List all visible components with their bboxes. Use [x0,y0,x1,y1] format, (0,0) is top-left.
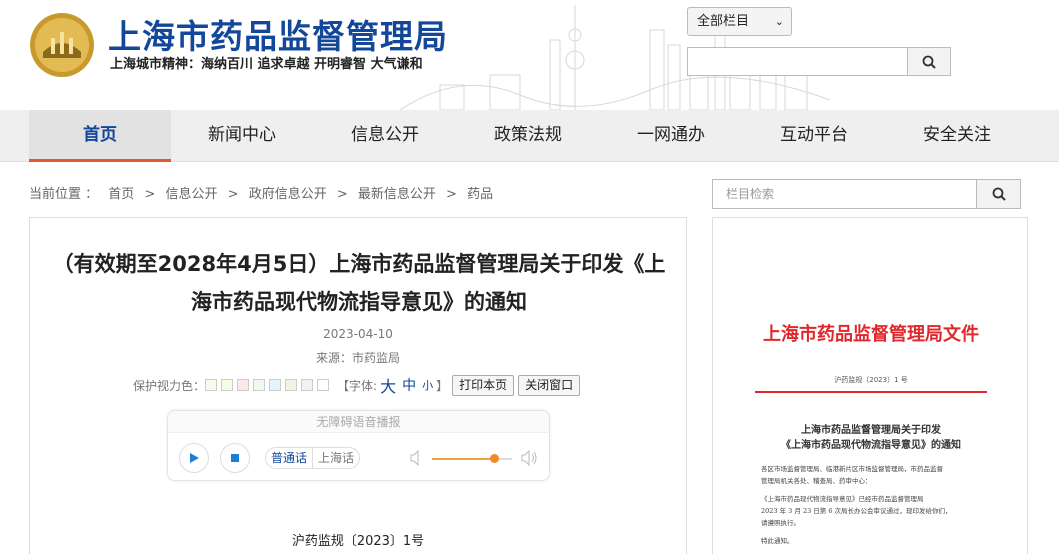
volume-knob[interactable] [490,454,500,463]
breadcrumb-item-drugs[interactable]: 药品 [467,187,493,202]
search-icon [992,187,1006,201]
doc-preview-line: 《上海市药品现代物流指导意见》已经市药品监督管理局 [761,495,924,503]
doc-preview-header: 上海市药品监督管理局文件 [763,324,979,345]
play-button[interactable] [179,443,209,473]
nav-item-safety[interactable]: 安全关注 [886,110,1028,162]
doc-preview-line: 请遵照执行。 [761,519,800,527]
top-search-input[interactable] [687,47,908,76]
nav-item-info-disclosure[interactable]: 信息公开 [314,110,456,162]
volume-low-icon[interactable] [410,450,424,466]
document-preview-panel: 上海市药品监督管理局文件 沪药监规〔2023〕1 号 上海市药品监督管理局关于印… [712,217,1028,554]
nav-item-policies[interactable]: 政策法规 [457,110,599,162]
color-swatch[interactable] [237,379,250,391]
color-swatch[interactable] [317,379,330,391]
breadcrumb-item-home[interactable]: 首页 [108,187,134,202]
shanghainese-option[interactable]: 上海话 [312,448,359,468]
document-number: 沪药监规〔2023〕1号 [291,534,425,549]
breadcrumb: 当前位置 ： 首页 > 信息公开 > 政府信息公开 > 最新信息公开 > 药品 [29,183,499,202]
article-panel: （有效期至2028年4月5日）上海市药品监督管理局关于印发《上海市药品现代物流指… [29,217,687,554]
volume-high-icon[interactable] [521,450,539,466]
column-search-input[interactable]: 栏目检索 [712,179,977,209]
nav-item-home[interactable]: 首页 [29,110,171,162]
font-medium-link[interactable]: 中 [402,375,416,395]
doc-preview-title-1: 上海市药品监督管理局关于印发 [801,425,941,436]
city-motto: 上海城市精神：海纳百川 追求卓越 开明睿智 大气谦和 [110,57,423,72]
article-date: 2023-04-10 [323,327,393,341]
scope-select-value: 全部栏目 [697,14,750,29]
doc-preview-title-2: 《上海市药品现代物流指导意见》的通知 [781,440,961,451]
stop-button[interactable] [220,443,250,473]
volume-slider[interactable] [432,454,512,463]
main-nav: 首页 新闻中心 信息公开 政策法规 一网通办 互动平台 安全关注 [0,110,1059,162]
color-swatch[interactable] [221,379,234,391]
chevron-down-icon: ⌄ [774,15,784,28]
breadcrumb-separator: > [227,187,239,202]
color-swatch[interactable] [301,379,314,391]
doc-preview-line: 特此通知。 [761,537,794,545]
breadcrumb-separator: > [144,187,156,202]
scope-select[interactable]: 全部栏目 ⌄ [687,7,792,36]
breadcrumb-item-latest[interactable]: 最新信息公开 [358,187,436,202]
nav-item-news[interactable]: 新闻中心 [171,110,313,162]
column-search-button[interactable] [976,179,1021,209]
nav-item-interaction[interactable]: 互动平台 [743,110,885,162]
color-swatch[interactable] [285,379,298,391]
breadcrumb-prefix: 当前位置 ： [29,187,99,202]
color-swatch[interactable] [253,379,266,391]
color-swatch[interactable] [269,379,282,391]
dialect-toggle: 普通话 上海话 [265,447,361,469]
stop-icon [231,454,239,462]
color-swatch[interactable] [205,379,218,391]
mandarin-option[interactable]: 普通话 [266,448,312,468]
breadcrumb-item-info[interactable]: 信息公开 [165,187,217,202]
play-icon [190,453,199,463]
volume-fill [432,458,495,460]
site-header: 上海市药品监督管理局 上海城市精神：海纳百川 追求卓越 开明睿智 大气谦和 全部… [0,0,1059,110]
doc-preview-line: 管理局机关各处、稽查局、药审中心： [761,477,872,485]
player-title: 无障碍语音播报 [168,411,549,433]
doc-preview-red-rule [755,391,987,393]
print-button[interactable]: 打印本页 [452,374,515,396]
search-icon [922,55,936,69]
protect-eyes-label: 保护视力色： [133,378,206,393]
breadcrumb-separator: > [336,187,348,202]
nav-item-online-services[interactable]: 一网通办 [600,110,742,162]
doc-preview-number: 沪药监规〔2023〕1 号 [834,376,908,384]
breadcrumb-item-gov-info[interactable]: 政府信息公开 [249,187,327,202]
reading-tools: 保护视力色： 【字体: 大 中 小 】 打印本页 关闭窗口 [133,373,581,397]
article-source: 来源：市药监局 [315,351,400,365]
breadcrumb-separator: > [446,187,457,202]
doc-preview-line: 2023 年 3 月 23 日第 6 次局长办公会审议通过，现印发给你们， [761,507,952,515]
doc-preview-line: 各区市场监督管理局、临港新片区市场监督管理局，市药品监督 [761,465,943,473]
font-small-link[interactable]: 小 [422,377,433,393]
top-search-button[interactable] [907,47,951,76]
font-size-close: 】 [436,378,449,393]
audio-player: 无障碍语音播报 普通话 上海话 [167,410,550,481]
font-large-link[interactable]: 大 [380,373,396,397]
site-title[interactable]: 上海市药品监督管理局 [108,10,448,58]
article-title: （有效期至2028年4月5日）上海市药品监督管理局关于印发《上海市药品现代物流指… [52,252,666,314]
close-window-button[interactable]: 关闭窗口 [518,374,581,396]
font-size-label: 【字体: [337,378,378,393]
logo-emblem[interactable] [29,12,95,78]
document-preview-image[interactable]: 上海市药品监督管理局文件 沪药监规〔2023〕1 号 上海市药品监督管理局关于印… [733,218,1009,554]
